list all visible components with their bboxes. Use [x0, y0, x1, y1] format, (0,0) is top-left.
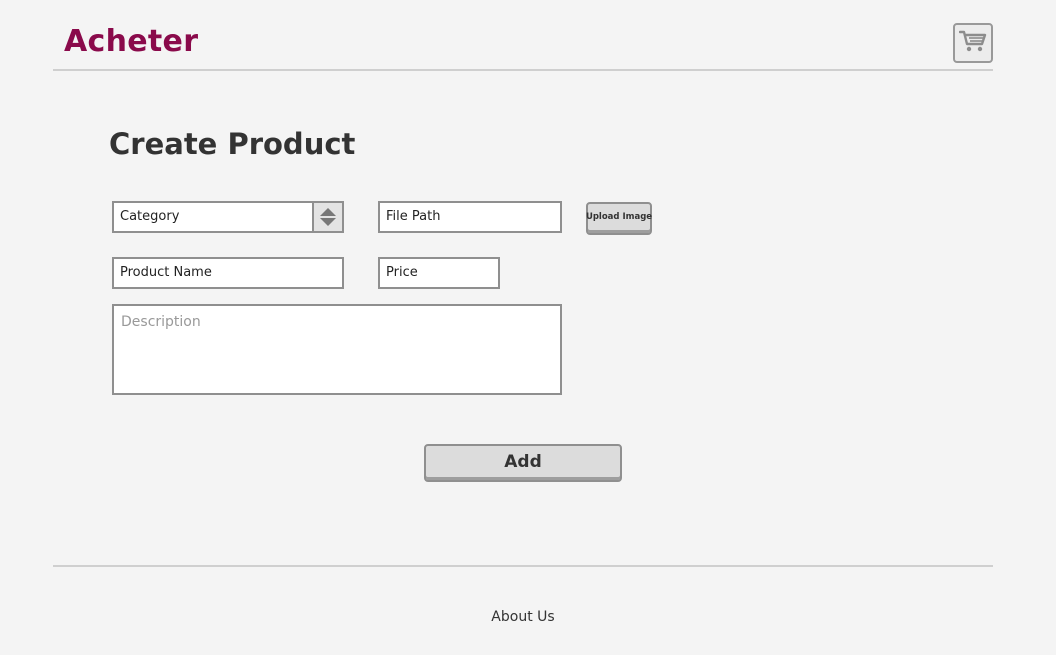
- upload-image-button[interactable]: Upload Image: [586, 202, 652, 235]
- shopping-cart-icon: [958, 29, 987, 57]
- page: Acheter Create Product Category File Pat…: [0, 0, 1056, 655]
- category-select-value: Category: [120, 209, 180, 224]
- product-name-field[interactable]: Product Name: [112, 257, 344, 289]
- description-placeholder: Description: [121, 314, 201, 330]
- arrow-down-icon: [320, 218, 336, 226]
- arrow-up-icon: [320, 208, 336, 216]
- brand-logo[interactable]: Acheter: [64, 24, 198, 59]
- file-path-field[interactable]: File Path: [378, 201, 562, 233]
- cart-button[interactable]: [953, 23, 993, 63]
- header-divider: [53, 69, 993, 71]
- page-title: Create Product: [109, 127, 356, 161]
- add-button[interactable]: Add: [424, 444, 622, 482]
- file-path-value: File Path: [386, 209, 441, 224]
- footer-divider: [53, 565, 993, 567]
- price-field[interactable]: Price: [378, 257, 500, 289]
- product-name-value: Product Name: [120, 265, 212, 280]
- description-textarea[interactable]: Description: [112, 304, 562, 395]
- about-us-link[interactable]: About Us: [0, 609, 1046, 625]
- category-select[interactable]: Category: [112, 201, 344, 233]
- price-value: Price: [386, 265, 418, 280]
- category-stepper[interactable]: [312, 203, 342, 231]
